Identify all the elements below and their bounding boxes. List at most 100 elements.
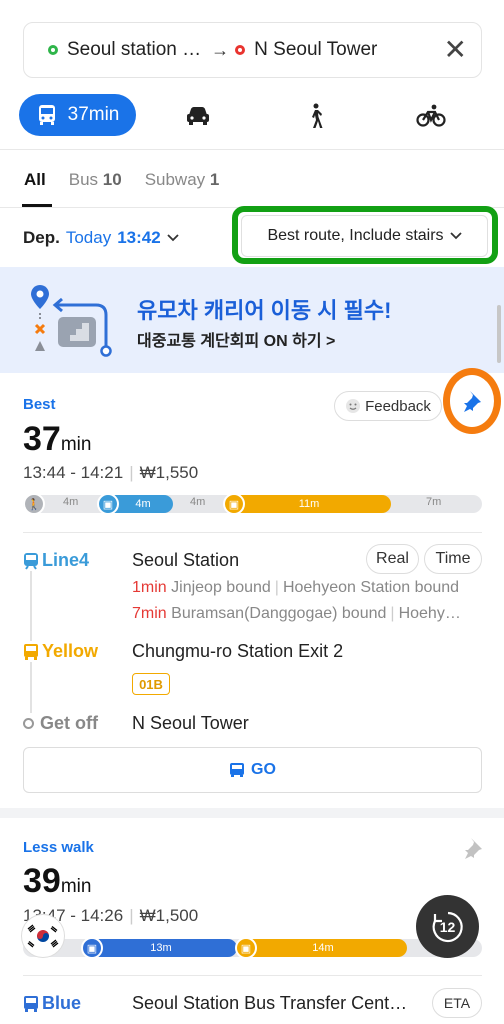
step-destination: N Seoul Tower xyxy=(132,713,249,733)
scrollbar-thumb[interactable] xyxy=(497,305,501,363)
segment-label: 4m xyxy=(135,498,151,510)
korea-flag-icon[interactable] xyxy=(21,914,65,958)
destination-label: N Seoul Tower xyxy=(254,39,378,60)
sort-option-button[interactable]: Best route, Include stairs xyxy=(241,215,488,257)
close-icon[interactable]: ✕ xyxy=(444,36,467,64)
chevron-down-icon xyxy=(167,234,179,242)
smiley-icon xyxy=(346,399,361,413)
bus-segment: 13m xyxy=(85,939,237,957)
pin-icon xyxy=(464,391,481,412)
segment-label: 13m xyxy=(150,942,172,954)
departure-timer-button[interactable]: 12 xyxy=(416,895,479,958)
mode-transit-button[interactable]: 37min xyxy=(19,94,136,136)
bus-icon xyxy=(24,643,38,660)
step-bus-label: Yellow xyxy=(42,641,99,661)
mode-car-button[interactable] xyxy=(182,102,214,130)
mode-walk-button[interactable] xyxy=(299,102,331,130)
step-station: Seoul Station xyxy=(132,550,240,570)
step-blue-bus: Blue xyxy=(23,993,81,1014)
tab-all[interactable]: All xyxy=(24,170,46,190)
arrival-row: 7min Buramsan(Danggogae) bound | Hoehy… xyxy=(132,605,461,622)
fab-label: 12 xyxy=(439,918,456,935)
filter-tabs: All Bus 10 Subway 1 xyxy=(24,170,219,190)
promo-banner[interactable]: 유모차 캐리어 이동 시 필수! 대중교통 계단회피 ON 하기 > xyxy=(0,267,504,373)
route-segment-bar: 13m ▣ 14m ▣ xyxy=(23,937,482,959)
arrival-direction: Jinjeop bound xyxy=(171,579,271,596)
pin-icon[interactable] xyxy=(462,836,484,860)
step-get-off: Get off xyxy=(23,713,98,734)
bus-segment: 11m xyxy=(227,495,391,513)
duration-value: 37 xyxy=(23,420,61,458)
route-badge-less-walk: Less walk xyxy=(23,839,94,856)
route-time-fare: 13:44 - 14:21 | ₩1,550 xyxy=(23,463,199,482)
destination-dot-icon xyxy=(235,45,246,55)
feedback-button[interactable]: Feedback xyxy=(334,391,442,421)
route-badge-best: Best xyxy=(23,396,56,413)
bus-icon xyxy=(230,763,245,777)
pin-route-button[interactable] xyxy=(443,368,501,434)
bus-segment: 14m xyxy=(239,939,407,957)
departure-time-selector[interactable]: Dep. Today 13:42 xyxy=(23,228,179,248)
sort-option-label: Best route, Include stairs xyxy=(267,227,444,244)
mode-bike-button[interactable] xyxy=(415,102,447,130)
duration-unit: min xyxy=(60,876,92,897)
arrival-minutes: 1min xyxy=(132,579,167,596)
divider xyxy=(23,532,482,533)
divider xyxy=(23,975,482,976)
step-get-off-label: Get off xyxy=(40,713,98,733)
car-icon xyxy=(187,107,209,125)
end-point-icon xyxy=(23,718,34,729)
tab-bus-count: 10 xyxy=(102,170,122,189)
step-station: Chungmu-ro Station Exit 2 xyxy=(132,641,344,661)
fare: ₩1,550 xyxy=(139,463,199,482)
segment-label: 11m xyxy=(298,498,320,510)
timetable-chip[interactable]: Time xyxy=(424,544,482,574)
time-range: 13:44 - 14:21 xyxy=(23,463,124,482)
step-line-label: Line4 xyxy=(42,550,90,570)
destination-field[interactable]: N Seoul Tower xyxy=(235,39,443,61)
tab-all-label: All xyxy=(24,170,46,189)
bus-icon: ▣ xyxy=(223,493,245,515)
step-bus-label: Blue xyxy=(42,993,82,1013)
arrival-direction: Hoehy… xyxy=(398,605,461,622)
step-station: Seoul Station Bus Transfer Cent… xyxy=(132,993,408,1013)
section-separator xyxy=(0,808,504,818)
tab-subway-label: Subway xyxy=(144,170,206,189)
bus-icon: ▣ xyxy=(81,937,103,959)
stairs-route-illustration-icon xyxy=(31,285,112,357)
bike-icon xyxy=(416,104,446,127)
bus-icon xyxy=(38,105,55,125)
bus-icon xyxy=(24,995,38,1012)
realtime-chip[interactable]: Real xyxy=(366,544,419,574)
segment-label: 7m xyxy=(426,496,442,508)
walk-icon xyxy=(312,103,323,128)
route-duration: 37min xyxy=(23,420,91,459)
arrival-direction: Buramsan(Danggogae) bound xyxy=(171,605,387,622)
segment-label: 14m xyxy=(312,942,334,954)
tab-subway[interactable]: Subway 1 xyxy=(145,170,220,190)
route-duration: 39min xyxy=(23,862,91,901)
origin-dot-icon xyxy=(48,45,58,55)
segment-label: 4m xyxy=(190,496,206,508)
go-button[interactable]: GO xyxy=(23,747,482,793)
banner-title: 유모차 캐리어 이동 시 필수! xyxy=(137,298,392,323)
departure-label: Dep. xyxy=(23,228,60,247)
arrival-row: 1min Jinjeop bound | Hoehyeon Station boun… xyxy=(132,579,460,596)
tab-subway-count: 1 xyxy=(209,170,220,189)
feedback-label: Feedback xyxy=(365,397,431,415)
route-segment-bar: 🚶 4m 4m ▣ 4m 11m ▣ 7m xyxy=(23,493,482,515)
go-label: GO xyxy=(251,761,276,778)
departure-time: 13:42 xyxy=(117,228,161,247)
bus-number-tag[interactable]: 01B xyxy=(132,673,170,695)
eta-chip[interactable]: ETA xyxy=(432,988,482,1018)
subway-icon: ▣ xyxy=(97,493,119,515)
bus-icon: ▣ xyxy=(235,937,257,959)
origin-field[interactable]: Seoul station … xyxy=(48,39,201,61)
chevron-down-icon xyxy=(449,232,462,240)
step-yellow-bus: Yellow xyxy=(23,641,99,662)
route-search-bar[interactable]: Seoul station … → N Seoul Tower ✕ xyxy=(23,22,482,78)
tab-bus[interactable]: Bus 10 xyxy=(69,170,122,190)
arrival-direction: Hoehyeon Station bound xyxy=(282,579,460,596)
arrival-minutes: 7min xyxy=(132,605,167,622)
departure-day: Today xyxy=(65,228,112,247)
